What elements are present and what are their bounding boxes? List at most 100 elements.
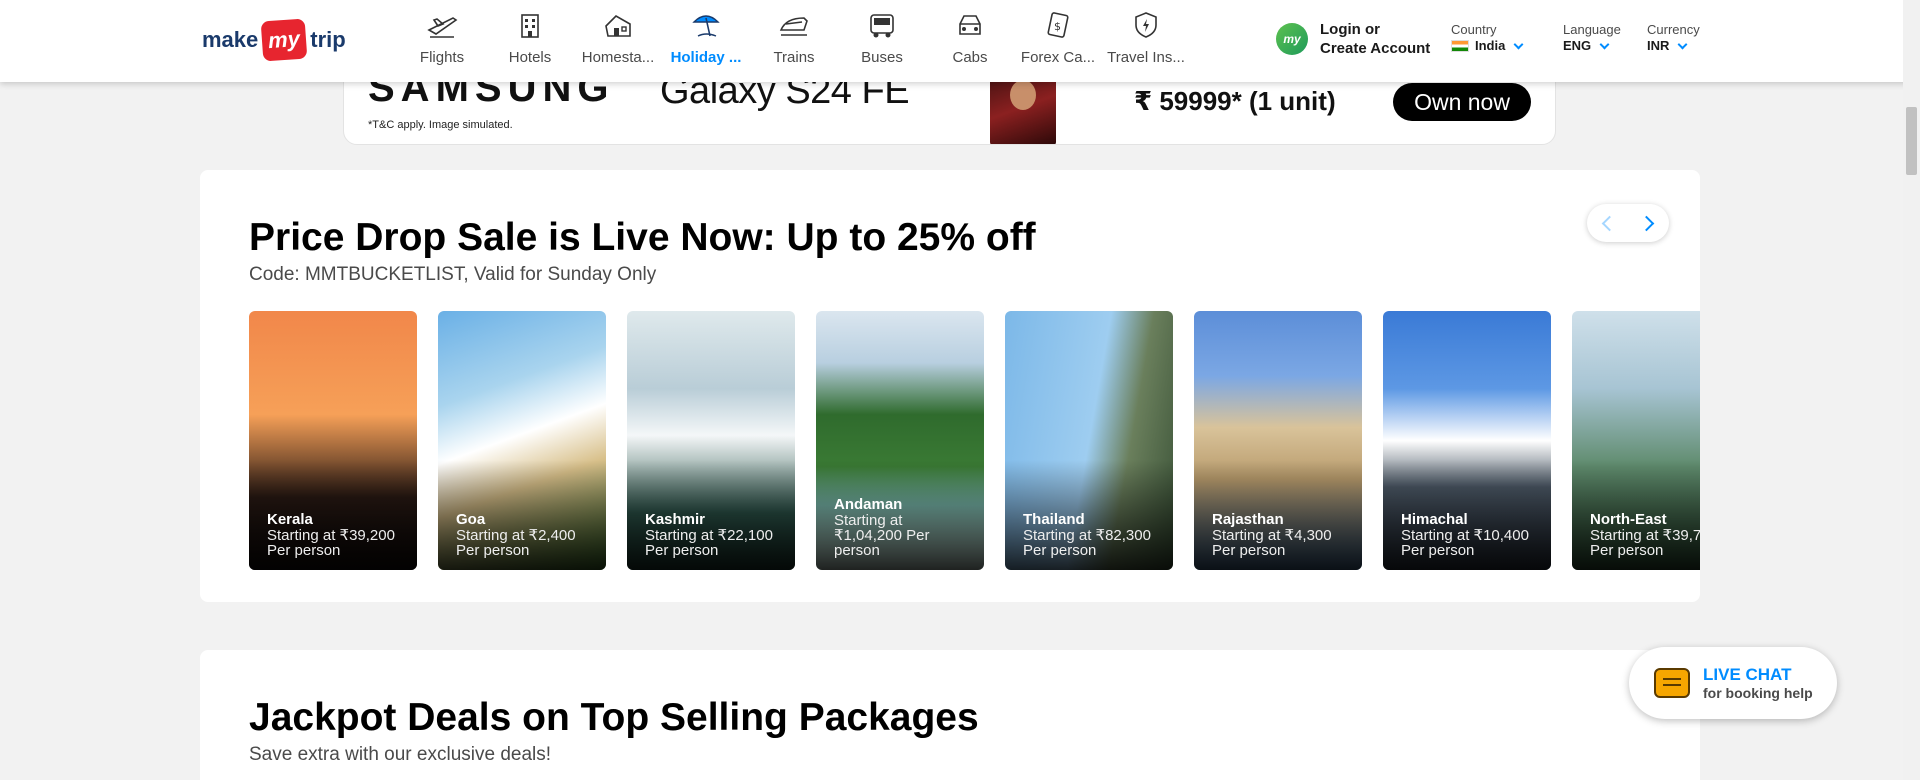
svg-text:$: $ xyxy=(1054,20,1061,33)
country-label: Country xyxy=(1451,22,1497,37)
carousel-arrows xyxy=(1587,204,1669,242)
nav-travel-insurance[interactable]: Travel Ins... xyxy=(1102,8,1190,66)
destination-carousel: Kerala Starting at ₹39,200 Per person Goa… xyxy=(249,311,1700,571)
currency-selector[interactable]: Currency INR xyxy=(1647,22,1700,53)
ad-tnc: *T&C apply. Image simulated. xyxy=(368,119,513,131)
makemytrip-logo[interactable]: make my trip xyxy=(202,18,346,62)
chevron-down-icon xyxy=(1677,39,1688,50)
carousel-prev-button[interactable] xyxy=(1587,204,1628,242)
destination-card-kashmir[interactable]: Kashmir Starting at ₹22,100 Per person xyxy=(627,311,795,570)
live-chat-button[interactable]: LIVE CHAT for booking help xyxy=(1629,647,1837,719)
nav-label: Flights xyxy=(419,49,465,66)
nav-cabs[interactable]: Cabs xyxy=(926,8,1014,66)
logo-text-make: make xyxy=(202,27,259,52)
chevron-down-icon xyxy=(1513,39,1524,50)
nav-label: Holiday ... xyxy=(670,49,742,66)
scrollbar-thumb[interactable] xyxy=(1906,107,1917,175)
nav-homestays[interactable]: Homesta... xyxy=(574,8,662,66)
nav-label: Forex Ca... xyxy=(1020,49,1096,66)
currency-label: Currency xyxy=(1647,22,1700,37)
language-selector[interactable]: Language ENG xyxy=(1563,22,1621,53)
price-drop-sale-section: Price Drop Sale is Live Now: Up to 25% o… xyxy=(200,170,1700,602)
destination-price: Starting at ₹10,400 Per person xyxy=(1401,527,1529,559)
destination-price: Starting at ₹2,400 Per person xyxy=(456,527,576,559)
country-selector[interactable]: Country India xyxy=(1451,22,1524,53)
destination-name: Andaman xyxy=(834,496,903,513)
bus-icon xyxy=(838,8,926,42)
destination-price: Starting at ₹82,300 Per person xyxy=(1023,527,1151,559)
hotel-icon xyxy=(486,8,574,42)
logo-text-my: my xyxy=(260,18,308,62)
destination-price: Starting at ₹4,300 Per person xyxy=(1212,527,1332,559)
destination-price: Starting at ₹39,700 Per person xyxy=(1590,527,1700,559)
nav-label: Cabs xyxy=(952,49,988,66)
own-now-button[interactable]: Own now xyxy=(1393,83,1531,121)
nav-forex-card[interactable]: $ Forex Ca... xyxy=(1014,8,1102,66)
section-title: Jackpot Deals on Top Selling Packages xyxy=(249,696,979,739)
destination-card-north-east[interactable]: North-EastStarting at ₹39,700 Per person xyxy=(1572,311,1700,570)
login-line1: Login or xyxy=(1320,21,1380,38)
jackpot-deals-section: Jackpot Deals on Top Selling Packages Sa… xyxy=(200,650,1700,780)
nav-label: Trains xyxy=(773,49,815,66)
carousel-next-button[interactable] xyxy=(1628,204,1669,242)
destination-card-himachal[interactable]: Himachal Starting at ₹10,400 Per person xyxy=(1383,311,1551,570)
country-value: India xyxy=(1451,38,1524,53)
ad-price: ₹ 59999* (1 unit) xyxy=(1134,86,1336,116)
destination-price: Starting at ₹22,100 Per person xyxy=(645,527,773,559)
destination-name: North-East xyxy=(1590,511,1667,528)
country-value-text: India xyxy=(1475,38,1506,53)
chat-bubble-icon xyxy=(1654,668,1690,698)
destination-name: Kerala xyxy=(267,511,313,528)
destination-name: Goa xyxy=(456,511,486,528)
forex-icon: $ xyxy=(1014,8,1102,42)
logo-text-trip: trip xyxy=(310,27,346,52)
live-chat-subtitle: for booking help xyxy=(1703,685,1813,701)
login-line2: Create Account xyxy=(1320,40,1431,57)
nav-buses[interactable]: Buses xyxy=(838,8,926,66)
plane-icon xyxy=(398,8,486,42)
destination-name: Himachal xyxy=(1401,511,1468,528)
destination-card-goa[interactable]: Goa Starting at ₹2,400 Per person xyxy=(438,311,606,570)
nav-hotels[interactable]: Hotels xyxy=(486,8,574,66)
destination-card-rajasthan[interactable]: Rajasthan Starting at ₹4,300 Per person xyxy=(1194,311,1362,570)
nav-holiday-packages[interactable]: Holiday ... xyxy=(662,8,750,66)
destination-card-andaman[interactable]: Andaman Starting at ₹1,04,200 Per person xyxy=(816,311,984,570)
section-subtitle: Code: MMTBUCKETLIST, Valid for Sunday On… xyxy=(249,264,657,285)
currency-value: INR xyxy=(1647,38,1700,53)
destination-name: Thailand xyxy=(1023,511,1085,528)
destination-price: Starting at ₹39,200 Per person xyxy=(267,527,395,559)
language-value: ENG xyxy=(1563,38,1621,53)
main-nav: Flights Hotels Homesta... Holiday ... Tr… xyxy=(398,8,1190,66)
insurance-icon xyxy=(1102,8,1190,42)
top-header: make my trip Flights Hotels Homesta... H… xyxy=(0,0,1920,82)
language-label: Language xyxy=(1563,22,1621,37)
mybiz-avatar-icon: my xyxy=(1276,23,1308,55)
chevron-left-icon xyxy=(1601,215,1618,231)
destination-card-thailand[interactable]: Thailand Starting at ₹82,300 Per person xyxy=(1005,311,1173,570)
nav-label: Homesta... xyxy=(581,49,655,66)
language-value-text: ENG xyxy=(1563,38,1592,53)
destination-name: Rajasthan xyxy=(1212,511,1284,528)
currency-value-text: INR xyxy=(1647,38,1670,53)
nav-label: Travel Ins... xyxy=(1107,49,1185,66)
nav-label: Buses xyxy=(861,49,903,66)
nav-trains[interactable]: Trains xyxy=(750,8,838,66)
nav-flights[interactable]: Flights xyxy=(398,8,486,66)
live-chat-title: LIVE CHAT xyxy=(1703,665,1792,684)
login-create-account-button[interactable]: my Login or Create Account xyxy=(1276,20,1430,58)
train-icon xyxy=(750,8,838,42)
section-subtitle: Save extra with our exclusive deals! xyxy=(249,744,552,765)
destination-card-kerala[interactable]: Kerala Starting at ₹39,200 Per person xyxy=(249,311,417,570)
section-title: Price Drop Sale is Live Now: Up to 25% o… xyxy=(249,216,1036,259)
cab-icon xyxy=(926,8,1014,42)
nav-label: Hotels xyxy=(508,49,552,66)
chevron-right-icon xyxy=(1638,215,1655,231)
homestay-icon xyxy=(574,8,662,42)
page-scrollbar[interactable] xyxy=(1903,0,1920,780)
chevron-down-icon xyxy=(1599,39,1610,50)
destination-price: Starting at ₹1,04,200 Per person xyxy=(834,512,930,559)
login-text: Login or Create Account xyxy=(1320,20,1430,58)
holiday-icon xyxy=(662,8,750,42)
india-flag-icon xyxy=(1451,39,1469,52)
destination-name: Kashmir xyxy=(645,511,706,528)
